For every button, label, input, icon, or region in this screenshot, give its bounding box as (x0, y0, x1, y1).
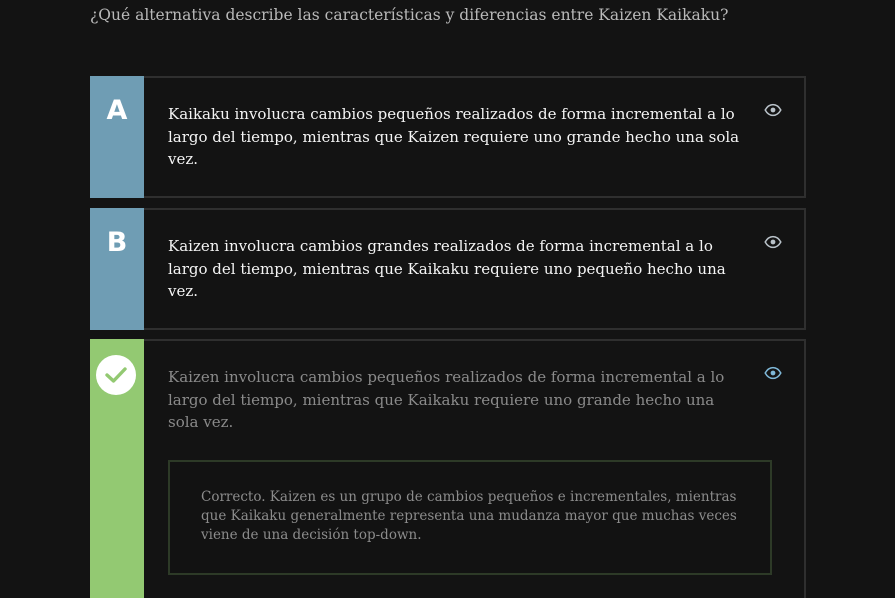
check-badge (96, 355, 136, 395)
correct-indicator (90, 339, 144, 598)
option-text: Kaizen involucra cambios pequeños realiz… (168, 368, 725, 431)
option-text: Kaikaku involucra cambios pequeños reali… (168, 105, 740, 168)
option-correct[interactable]: Kaizen involucra cambios pequeños realiz… (90, 339, 806, 598)
option-letter-box: B (90, 208, 144, 330)
eye-icon[interactable] (764, 235, 782, 249)
eye-icon[interactable] (764, 366, 782, 380)
option-letter-box: A (90, 76, 144, 198)
option-letter: A (106, 95, 128, 126)
eye-icon[interactable] (764, 103, 782, 117)
option-text: Kaizen involucra cambios grandes realiza… (168, 237, 726, 300)
feedback-text: Correcto. Kaizen es un grupo de cambios … (201, 489, 737, 543)
option-b[interactable]: B Kaizen involucra cambios grandes reali… (90, 208, 806, 330)
option-letter: B (106, 227, 128, 258)
feedback-box: Correcto. Kaizen es un grupo de cambios … (168, 460, 772, 575)
question-text: ¿Qué alternativa describe las caracterís… (90, 6, 729, 24)
checkmark-icon (105, 367, 127, 383)
option-a[interactable]: A Kaikaku involucra cambios pequeños rea… (90, 76, 806, 198)
